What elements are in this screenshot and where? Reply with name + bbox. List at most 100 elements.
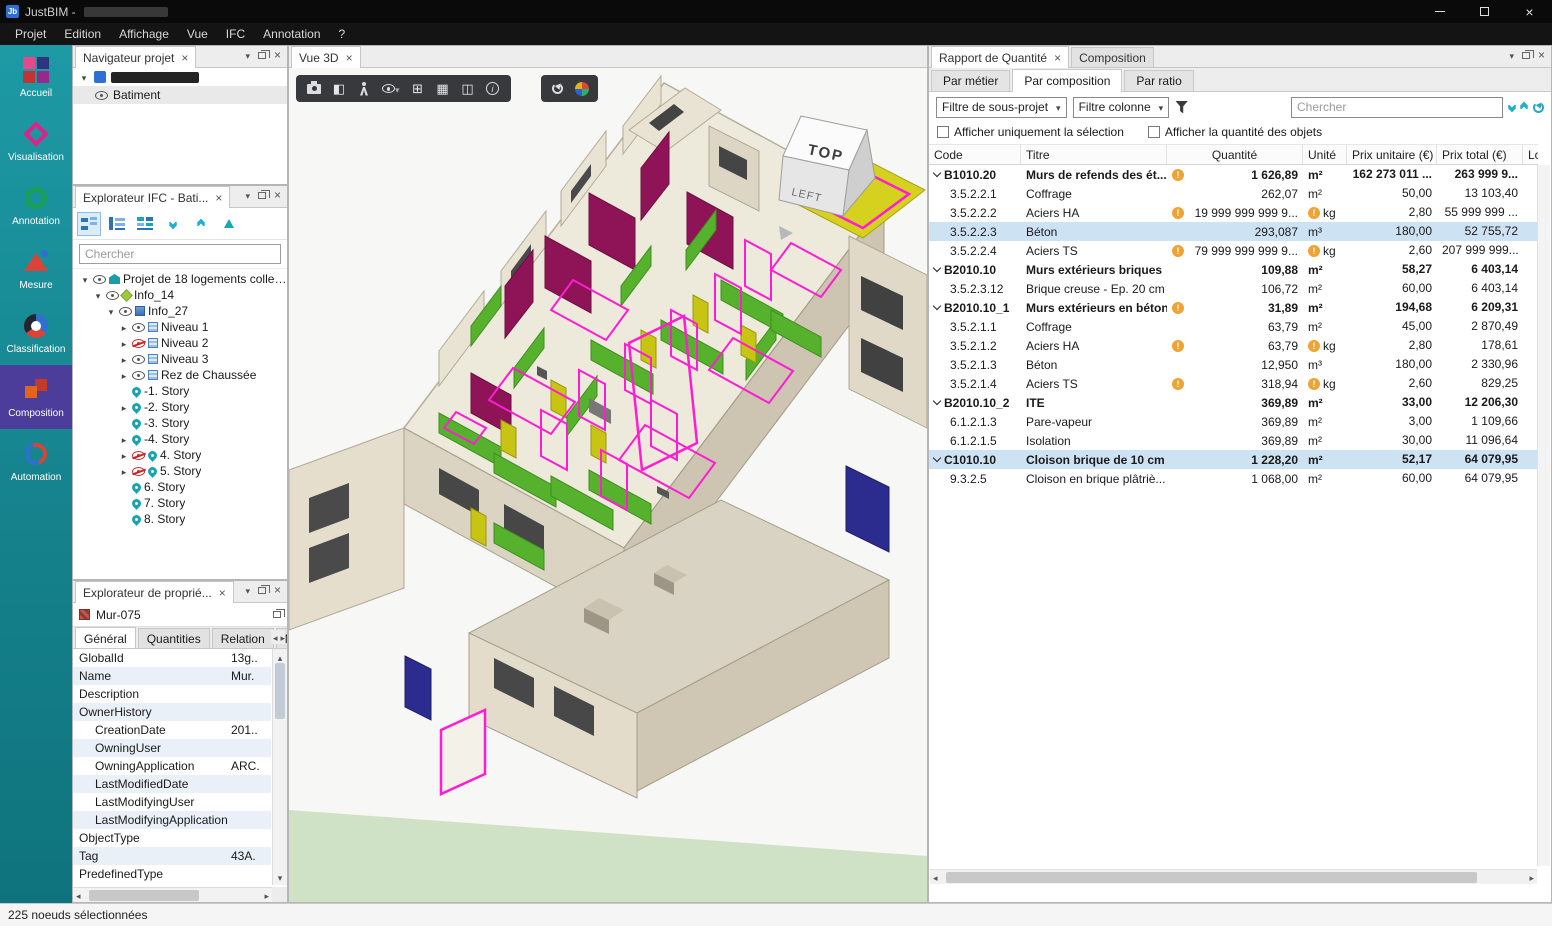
close-panel-icon[interactable]	[274, 188, 281, 202]
report-subtab[interactable]: Par métier	[931, 70, 1010, 91]
checkbox-option[interactable]: Afficher la quantité des objets	[1148, 125, 1322, 139]
scroll-right-icon[interactable]	[264, 888, 269, 902]
tree-item[interactable]: Info_14	[73, 287, 287, 303]
menu-item[interactable]: Projet	[6, 25, 55, 43]
column-header-code[interactable]: Code	[929, 145, 1021, 164]
row-expander-icon[interactable]	[933, 453, 941, 461]
ifc-search-input[interactable]	[79, 244, 281, 264]
property-row[interactable]: Description	[73, 685, 271, 703]
storey-view-button[interactable]: ▦	[436, 81, 450, 97]
eye-hidden-icon[interactable]	[132, 451, 145, 460]
property-row[interactable]: OwningApplication ARC.	[73, 757, 271, 775]
warning-icon[interactable]	[1172, 169, 1184, 181]
filter-funnel-icon[interactable]	[1175, 101, 1188, 114]
tab-explorateur-ifc[interactable]: Explorateur IFC - Bati...	[75, 186, 230, 208]
collapse-all-button[interactable]	[1521, 105, 1527, 109]
property-row[interactable]: OwnerHistory	[73, 703, 271, 721]
horizontal-scrollbar[interactable]	[73, 887, 272, 902]
table-row[interactable]: 9.3.2.5 Cloison en brique plâtriè... 1 0…	[929, 469, 1538, 488]
go-up-button[interactable]	[217, 212, 241, 236]
float-panel-icon[interactable]	[1522, 52, 1530, 59]
warning-icon[interactable]	[1172, 245, 1184, 257]
close-tab-icon[interactable]	[1054, 51, 1061, 65]
table-row[interactable]: 3.5.2.2.4 Aciers TS 79 999 999 999 9... …	[929, 241, 1538, 260]
scroll-left-icon[interactable]	[76, 888, 81, 902]
column-header-lo[interactable]: Lo	[1523, 145, 1538, 164]
chevron-down-icon[interactable]	[245, 48, 250, 62]
table-row[interactable]: 3.5.2.2.1 Coffrage 262,07 m² 50,00 13 10…	[929, 184, 1538, 203]
screenshot-button[interactable]	[307, 81, 321, 97]
close-panel-icon[interactable]	[274, 583, 281, 597]
horizontal-scrollbar[interactable]	[930, 869, 1537, 884]
eye-icon[interactable]	[132, 371, 145, 380]
column-header-prix-unitaire[interactable]: Prix unitaire (€)	[1347, 145, 1437, 164]
chevron-down-icon[interactable]	[1509, 48, 1514, 62]
row-expander-icon[interactable]	[933, 396, 941, 404]
vertical-scrollbar[interactable]	[1537, 165, 1550, 866]
float-panel-icon[interactable]	[258, 587, 266, 594]
warning-icon[interactable]	[1172, 207, 1184, 219]
sidebar-item[interactable]: Accueil	[0, 45, 72, 109]
table-row[interactable]: 3.5.2.1.3 Béton 12,950 m³ 180,00 2 330,9…	[929, 355, 1538, 374]
table-row[interactable]: B2010.10_1 Murs extérieurs en béton 31,8…	[929, 298, 1538, 317]
eye-icon[interactable]	[95, 91, 108, 100]
table-row[interactable]: C1010.10 Cloison brique de 10 cm 1 228,2…	[929, 450, 1538, 469]
tree-view-button[interactable]	[77, 212, 101, 236]
panel-tab[interactable]: Composition	[1071, 47, 1154, 67]
property-row[interactable]: Tag 43A.	[73, 847, 271, 865]
scrollbar-thumb[interactable]	[89, 890, 199, 901]
table-row[interactable]: 6.1.2.1.3 Pare-vapeur 369,89 m² 3,00 1 1…	[929, 412, 1538, 431]
expander-open-icon[interactable]	[106, 304, 116, 318]
row-expander-icon[interactable]	[933, 263, 941, 271]
pin-form-icon[interactable]	[273, 611, 281, 618]
tree-item[interactable]: 8. Story	[73, 511, 287, 527]
menu-item[interactable]: Annotation	[254, 25, 329, 43]
sidebar-item[interactable]: Automation	[0, 429, 72, 493]
scrollbar-thumb[interactable]	[946, 872, 1477, 883]
tree-item[interactable]: Rez de Chaussée	[73, 367, 287, 383]
table-row[interactable]: 3.5.2.3.12 Brique creuse - Ep. 20 cm 106…	[929, 279, 1538, 298]
close-panel-icon[interactable]	[1538, 48, 1545, 62]
eye-icon[interactable]	[106, 291, 119, 300]
tab-vue-3d[interactable]: Vue 3D	[291, 46, 361, 68]
render-mode-button[interactable]	[575, 81, 589, 97]
property-tab[interactable]: Relation	[212, 628, 274, 648]
table-row[interactable]: 6.1.2.1.5 Isolation 369,89 m² 30,00 11 0…	[929, 431, 1538, 450]
menu-item[interactable]: Vue	[178, 25, 217, 43]
eye-hidden-icon[interactable]	[132, 467, 145, 476]
selected-object-row[interactable]: Mur-075	[73, 603, 287, 627]
sync-selection-button[interactable]	[550, 81, 564, 97]
scroll-right-icon[interactable]	[280, 630, 285, 644]
column-header-unite[interactable]: Unité	[1303, 145, 1347, 164]
table-row[interactable]: 3.5.2.1.2 Aciers HA 63,79 kg 2,80 178,61	[929, 336, 1538, 355]
warning-icon[interactable]	[1172, 378, 1184, 390]
column-header-titre[interactable]: Titre	[1021, 145, 1167, 164]
scroll-left-icon[interactable]	[273, 630, 278, 644]
menu-item[interactable]: Affichage	[110, 25, 178, 43]
expander-closed-icon[interactable]	[119, 320, 129, 334]
sidebar-item[interactable]: Visualisation	[0, 109, 72, 173]
subproject-filter-select[interactable]: Filtre de sous-projet	[936, 97, 1067, 118]
warning-icon[interactable]	[1308, 340, 1320, 352]
menu-item[interactable]: Edition	[55, 25, 110, 43]
tree-item[interactable]: 6. Story	[73, 479, 287, 495]
property-row[interactable]: LastModifyingApplication	[73, 811, 271, 829]
tree-item[interactable]: Info_27	[73, 303, 287, 319]
maximize-button[interactable]	[1462, 0, 1507, 23]
eye-hidden-icon[interactable]	[132, 339, 145, 348]
checkbox-option[interactable]: Afficher uniquement la sélection	[937, 125, 1124, 139]
refresh-button[interactable]	[1533, 102, 1544, 113]
tab-explorateur-proprietes[interactable]: Explorateur de proprié...	[75, 581, 234, 603]
eye-icon[interactable]	[132, 355, 145, 364]
tree-item[interactable]: 7. Story	[73, 495, 287, 511]
chevron-down-icon[interactable]	[245, 583, 250, 597]
float-panel-icon[interactable]	[258, 52, 266, 59]
expander-closed-icon[interactable]	[119, 400, 129, 414]
row-expander-icon[interactable]	[933, 301, 941, 309]
sidebar-item[interactable]: Composition	[0, 365, 72, 429]
property-row[interactable]: LastModifyingUser	[73, 793, 271, 811]
expander-closed-icon[interactable]	[119, 368, 129, 382]
float-panel-icon[interactable]	[258, 192, 266, 199]
close-tab-icon[interactable]	[181, 51, 188, 65]
checkbox[interactable]	[1148, 126, 1160, 138]
